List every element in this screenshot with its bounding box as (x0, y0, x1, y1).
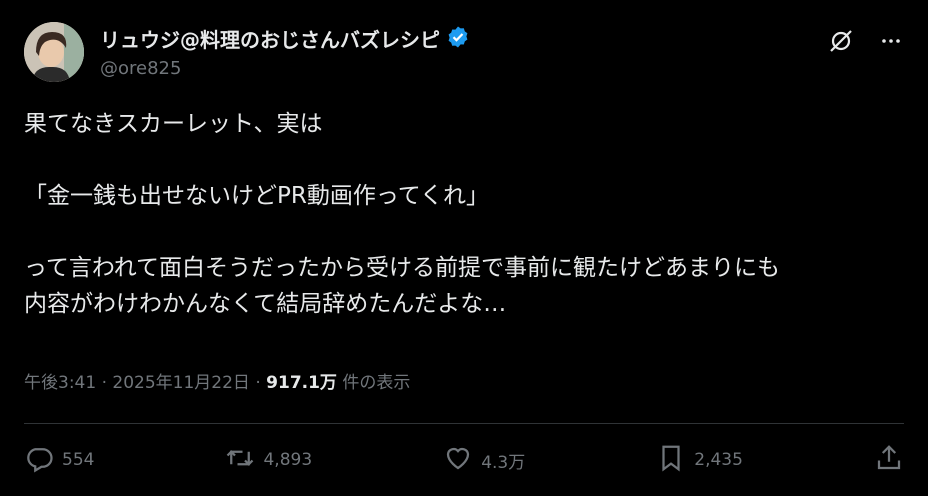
reply-count: 554 (62, 450, 95, 470)
bookmark-count: 2,435 (694, 450, 743, 470)
repost-button[interactable]: 4,893 (225, 443, 312, 478)
meta-separator: · (255, 373, 261, 393)
verified-badge-icon (446, 25, 470, 53)
divider (24, 423, 904, 424)
bookmark-button[interactable]: 2,435 (656, 443, 743, 478)
view-count-label: 件の表示 (342, 373, 411, 393)
share-icon (874, 443, 904, 478)
share-button[interactable] (874, 443, 904, 478)
action-bar: 554 4,893 4.3万 2,435 (24, 440, 904, 480)
like-button[interactable]: 4.3万 (443, 443, 525, 478)
reply-icon (24, 443, 54, 478)
tweet-text: 果てなきスカーレット、実は 「金一銭も出せないけどPR動画作ってくれ」 って言わ… (24, 111, 781, 317)
author-name-row[interactable]: リュウジ@料理のおじさんバズレシピ (100, 24, 470, 53)
avatar[interactable] (24, 22, 84, 82)
like-icon (443, 443, 473, 478)
user-handle[interactable]: @ore825 (100, 58, 181, 79)
repost-count: 4,893 (263, 450, 313, 470)
view-count: 917.1万 (266, 373, 337, 393)
meta-separator: · (101, 373, 107, 393)
repost-icon (225, 443, 255, 478)
avatar-image (24, 22, 84, 82)
reply-button[interactable]: 554 (24, 443, 94, 478)
tweet-date[interactable]: 2025年11月22日 (112, 373, 250, 393)
tweet-time[interactable]: 午後3:41 (24, 373, 96, 393)
display-name[interactable]: リュウジ@料理のおじさんバズレシピ (100, 24, 440, 53)
bookmark-icon (656, 443, 686, 478)
tweet-meta: 午後3:41 · 2025年11月22日 · 917.1万 件の表示 (24, 368, 410, 393)
more-icon[interactable] (876, 26, 906, 56)
grok-icon[interactable] (826, 26, 856, 56)
like-count: 4.3万 (481, 452, 526, 473)
